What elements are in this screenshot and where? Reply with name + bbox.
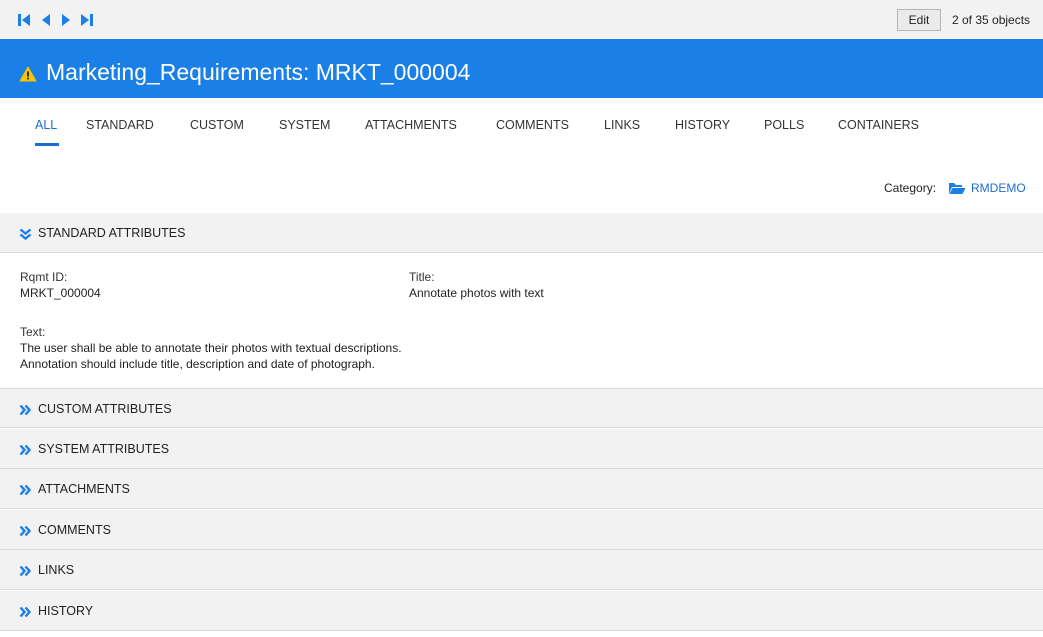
previous-record-icon[interactable]: [39, 13, 53, 27]
section-title: ATTACHMENTS: [38, 482, 130, 496]
history-header[interactable]: HISTORY: [0, 591, 1043, 631]
text-value-line-1: The user shall be able to annotate their…: [20, 341, 402, 355]
warning-icon: [19, 66, 37, 87]
section-title: HISTORY: [38, 604, 94, 618]
active-tab-indicator: [35, 143, 59, 146]
chevron-double-right-icon: [19, 564, 32, 582]
section-title: SYSTEM ATTRIBUTES: [38, 442, 170, 456]
tab-standard[interactable]: STANDARD: [86, 117, 154, 133]
text-label: Text:: [20, 325, 46, 339]
rqmt-id-label: Rqmt ID:: [20, 270, 68, 284]
tab-all[interactable]: ALL: [35, 117, 57, 133]
system-attributes-header[interactable]: SYSTEM ATTRIBUTES: [0, 429, 1043, 469]
section-title: CUSTOM ATTRIBUTES: [38, 402, 172, 416]
rqmt-id-value: MRKT_000004: [20, 286, 101, 300]
category-label: Category:: [884, 181, 937, 195]
title-value: Annotate photos with text: [409, 286, 544, 300]
chevron-double-right-icon: [19, 605, 32, 623]
custom-attributes-header[interactable]: CUSTOM ATTRIBUTES: [0, 388, 1043, 428]
page-title: Marketing_Requirements: MRKT_000004: [46, 59, 471, 85]
comments-header[interactable]: COMMENTS: [0, 510, 1043, 550]
tab-history[interactable]: HISTORY: [675, 117, 730, 133]
links-header[interactable]: LINKS: [0, 550, 1043, 590]
section-title: LINKS: [38, 563, 75, 577]
chevron-double-right-icon: [19, 524, 32, 542]
chevron-double-right-icon: [19, 443, 32, 461]
section-title: COMMENTS: [38, 523, 111, 537]
tab-comments[interactable]: COMMENTS: [496, 117, 569, 133]
last-record-icon[interactable]: [80, 13, 94, 27]
tab-system[interactable]: SYSTEM: [279, 117, 330, 133]
object-count: 2 of 35 objects: [952, 13, 1031, 27]
category-link[interactable]: RMDEMO: [971, 180, 1026, 196]
folder-open-icon: [948, 181, 966, 200]
chevron-double-right-icon: [19, 403, 32, 421]
tab-custom[interactable]: CUSTOM: [190, 117, 244, 133]
attachments-header[interactable]: ATTACHMENTS: [0, 469, 1043, 509]
chevron-double-right-icon: [19, 483, 32, 501]
tab-links[interactable]: LINKS: [604, 117, 640, 133]
next-record-icon[interactable]: [59, 13, 73, 27]
first-record-icon[interactable]: [17, 13, 31, 27]
standard-attributes-header[interactable]: STANDARD ATTRIBUTES: [0, 213, 1043, 253]
chevron-double-down-icon: [19, 227, 32, 245]
tab-polls[interactable]: POLLS: [764, 117, 804, 133]
section-title: STANDARD ATTRIBUTES: [38, 226, 186, 240]
record-toolbar: Edit 2 of 35 objects: [0, 0, 1043, 39]
edit-button[interactable]: Edit: [897, 9, 941, 31]
tab-containers[interactable]: CONTAINERS: [838, 117, 919, 133]
text-value-line-2: Annotation should include title, descrip…: [20, 357, 375, 371]
tab-attachments[interactable]: ATTACHMENTS: [365, 117, 457, 133]
title-label: Title:: [409, 270, 435, 284]
